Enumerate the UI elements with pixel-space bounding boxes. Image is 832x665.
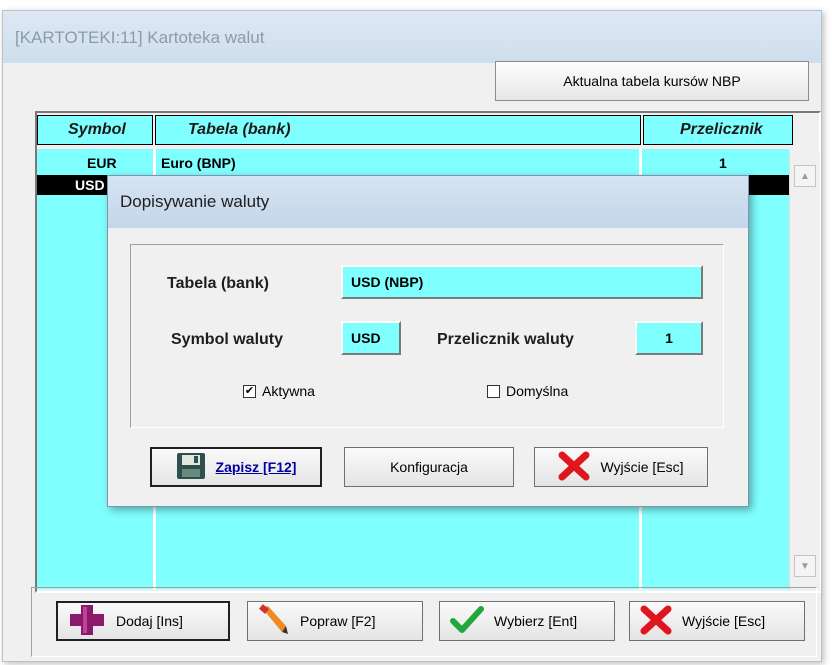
symbol-label: Symbol waluty (171, 331, 284, 348)
aktywna-label: Aktywna (262, 383, 315, 399)
dialog-title: Dopisywanie waluty (120, 192, 270, 211)
scroll-up-arrow-icon[interactable]: ▲ (794, 165, 816, 187)
add-currency-dialog: Dopisywanie waluty Tabela (bank) USD (NB… (107, 175, 749, 507)
aktywna-checkbox[interactable]: ✔ Aktywna (243, 383, 315, 399)
currency-form-group: Tabela (bank) USD (NBP) Symbol waluty US… (130, 244, 724, 428)
cell-symbol: USD (75, 177, 105, 193)
scroll-down-arrow-icon[interactable]: ▼ (794, 555, 816, 577)
window-title: [KARTOTEKI:11] Kartoteka walut (15, 28, 265, 47)
edit-button[interactable]: Popraw [F2] (247, 601, 423, 641)
exit-button-label: Wyjście [Esc] (682, 613, 766, 629)
add-button-label: Dodaj [Ins] (116, 613, 183, 629)
nbp-rates-button[interactable]: Aktualna tabela kursów NBP (495, 61, 809, 101)
vertical-scrollbar[interactable]: ▲ ▼ (789, 151, 820, 591)
tabela-field[interactable]: USD (NBP) (341, 265, 703, 299)
pencil-icon (258, 603, 290, 639)
checkbox-checked-icon: ✔ (243, 384, 256, 398)
column-header-symbol[interactable]: Symbol (37, 115, 153, 145)
przelicznik-label: Przelicznik waluty (437, 331, 574, 348)
tabela-label: Tabela (bank) (167, 275, 269, 292)
dialog-title-bar: Dopisywanie waluty (108, 176, 748, 228)
configuration-button[interactable]: Konfiguracja (344, 447, 514, 487)
floppy-disk-icon (176, 452, 206, 483)
checkbox-unchecked-icon (487, 384, 500, 398)
domyslna-label: Domyślna (506, 383, 569, 399)
column-header-tabela[interactable]: Tabela (bank) (155, 115, 641, 145)
symbol-field[interactable]: USD (341, 321, 401, 355)
cell-przelicznik: 1 (719, 155, 727, 171)
exit-button[interactable]: Wyjście [Esc] (629, 601, 805, 641)
check-icon (450, 605, 484, 638)
save-button-label: Zapisz [F12] (215, 459, 297, 475)
dialog-exit-button-label: Wyjście [Esc] (600, 459, 684, 475)
cell-tabela: Euro (BNP) (161, 155, 236, 171)
domyslna-checkbox[interactable]: Domyślna (487, 383, 568, 399)
window-title-bar: [KARTOTEKI:11] Kartoteka walut (3, 11, 821, 63)
close-x-icon (640, 605, 672, 638)
cell-symbol: EUR (87, 155, 117, 171)
plus-icon (68, 604, 106, 639)
select-button[interactable]: Wybierz [Ent] (439, 601, 615, 641)
configuration-button-label: Konfiguracja (390, 459, 468, 475)
edit-button-label: Popraw [F2] (300, 613, 376, 629)
select-button-label: Wybierz [Ent] (494, 613, 578, 629)
przelicznik-field[interactable]: 1 (635, 321, 703, 355)
table-row[interactable]: EUR Euro (BNP) 1 (37, 153, 789, 173)
bottom-button-bar: Dodaj [Ins] Popraw [F2] Wybierz [Ent] Wy… (31, 587, 817, 657)
close-x-icon (558, 451, 590, 484)
add-button[interactable]: Dodaj [Ins] (56, 601, 230, 641)
save-button[interactable]: Zapisz [F12] (150, 447, 322, 487)
column-header-przelicznik[interactable]: Przelicznik (643, 115, 793, 145)
dialog-exit-button[interactable]: Wyjście [Esc] (534, 447, 708, 487)
